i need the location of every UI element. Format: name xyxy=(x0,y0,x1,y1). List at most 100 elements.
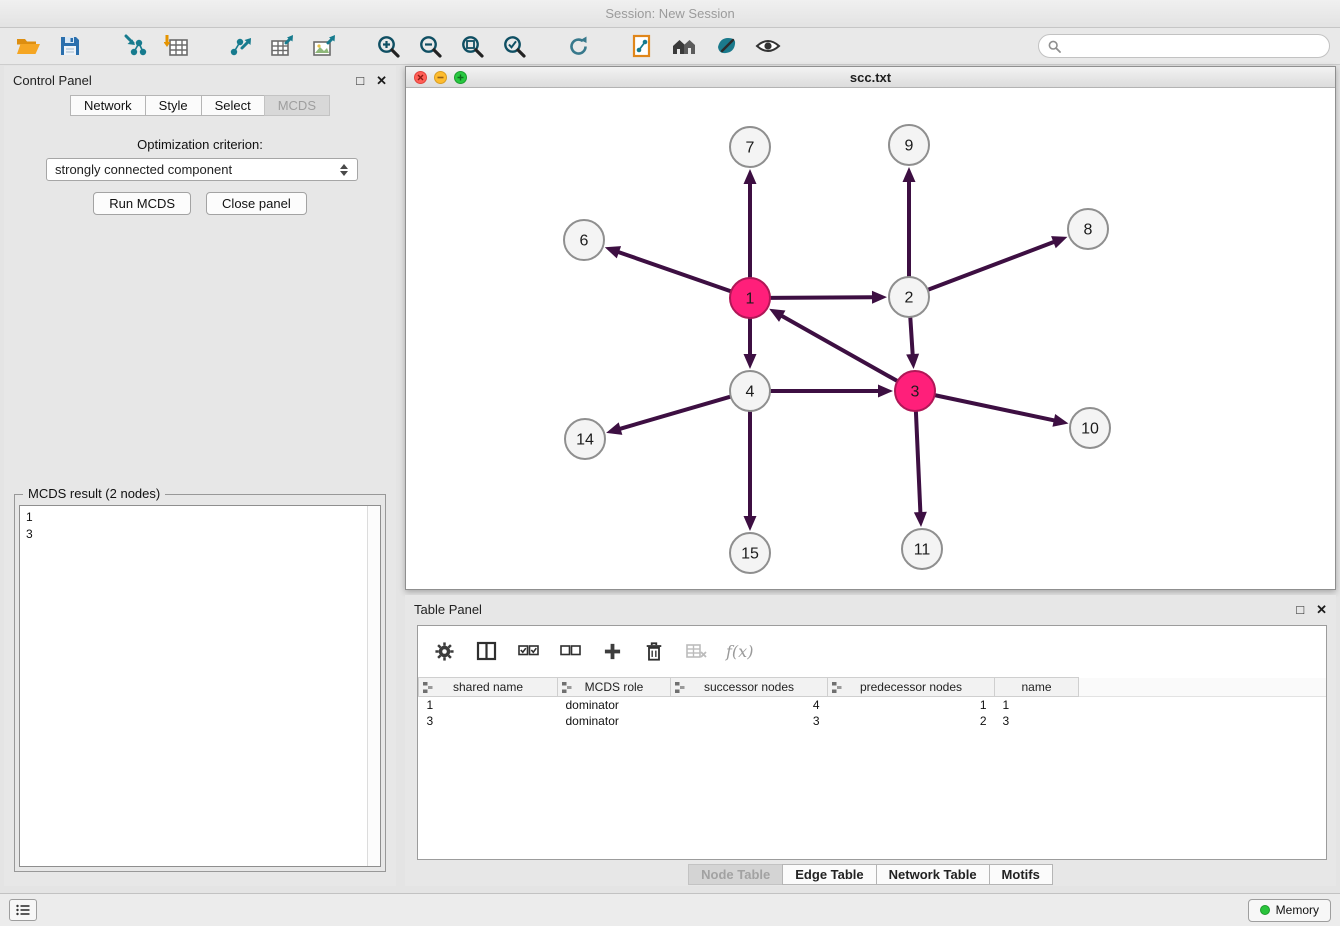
column-header-name[interactable]: name xyxy=(995,678,1079,697)
add-column-button[interactable] xyxy=(600,639,624,663)
minimize-window-icon[interactable] xyxy=(434,71,447,84)
graph-node-1[interactable]: 1 xyxy=(730,278,770,318)
graph-node-15[interactable]: 15 xyxy=(730,533,770,573)
delete-column-button[interactable] xyxy=(684,639,708,663)
node-table-cell[interactable]: 3 xyxy=(419,713,558,729)
zoom-selected-button[interactable] xyxy=(496,31,532,61)
edge-1-to-7[interactable] xyxy=(744,169,757,278)
node-table-cell[interactable]: 4 xyxy=(671,697,828,713)
node-table-row[interactable]: 3dominator323 xyxy=(419,713,1327,729)
node-table-cell[interactable]: 1 xyxy=(828,697,995,713)
graph-node-11[interactable]: 11 xyxy=(902,529,942,569)
float-table-panel-icon[interactable]: □ xyxy=(1296,603,1304,616)
deselect-all-icon xyxy=(560,644,581,658)
search-input[interactable] xyxy=(1066,39,1320,53)
graph-node-8[interactable]: 8 xyxy=(1068,209,1108,249)
column-header-shared-name[interactable]: shared name xyxy=(419,678,558,697)
close-panel-button[interactable]: Close panel xyxy=(206,192,307,215)
tab-style[interactable]: Style xyxy=(145,95,201,116)
network-window-titlebar[interactable]: scc.txt xyxy=(406,67,1335,88)
edge-1-to-2[interactable] xyxy=(770,291,887,304)
graph-node-7[interactable]: 7 xyxy=(730,127,770,167)
open-session-button[interactable] xyxy=(10,31,46,61)
zoom-fit-button[interactable] xyxy=(454,31,490,61)
zoom-window-icon[interactable] xyxy=(454,71,467,84)
edge-3-to-10[interactable] xyxy=(935,395,1069,427)
table-panel-title: Table Panel xyxy=(414,602,482,617)
edge-4-to-3[interactable] xyxy=(770,385,893,398)
edge-2-to-3[interactable] xyxy=(906,317,919,369)
graph-node-10[interactable]: 10 xyxy=(1070,408,1110,448)
float-panel-icon[interactable]: □ xyxy=(356,74,364,87)
node-label: 9 xyxy=(905,138,914,155)
edge-2-to-9[interactable] xyxy=(903,167,916,277)
zoom-out-button[interactable] xyxy=(412,31,448,61)
tab-node-table[interactable]: Node Table xyxy=(688,864,782,885)
select-all-button[interactable] xyxy=(516,639,540,663)
tab-motifs[interactable]: Motifs xyxy=(989,864,1053,885)
open-folder-icon xyxy=(16,35,41,57)
node-table-row[interactable]: 1dominator411 xyxy=(419,697,1327,713)
edge-3-to-11[interactable] xyxy=(914,411,927,527)
home-button[interactable] xyxy=(666,31,702,61)
memory-button[interactable]: Memory xyxy=(1248,899,1331,922)
save-icon xyxy=(59,35,81,57)
column-header-successor-nodes[interactable]: successor nodes xyxy=(671,678,828,697)
edge-1-to-6[interactable] xyxy=(605,246,731,291)
tab-edge-table[interactable]: Edge Table xyxy=(782,864,875,885)
edge-3-to-1[interactable] xyxy=(769,309,897,381)
edge-1-to-4[interactable] xyxy=(744,318,757,369)
close-panel-icon[interactable]: ✕ xyxy=(376,74,387,87)
graph-node-9[interactable]: 9 xyxy=(889,125,929,165)
show-hide-button[interactable] xyxy=(750,31,786,61)
node-table-cell[interactable]: 3 xyxy=(671,713,828,729)
node-table-cell[interactable]: 2 xyxy=(828,713,995,729)
export-network-button[interactable] xyxy=(222,31,258,61)
tab-mcds[interactable]: MCDS xyxy=(264,95,330,116)
import-table-button[interactable] xyxy=(158,31,194,61)
node-label: 2 xyxy=(905,290,914,307)
node-table-cell[interactable]: dominator xyxy=(558,697,671,713)
node-table-cell[interactable]: 3 xyxy=(995,713,1079,729)
mcds-result-area[interactable]: 13 xyxy=(19,505,381,867)
function-builder-button[interactable]: f(x) xyxy=(726,639,753,663)
node-label: 8 xyxy=(1084,222,1093,239)
graph-node-14[interactable]: 14 xyxy=(565,419,605,459)
node-table-cell[interactable]: dominator xyxy=(558,713,671,729)
edge-2-to-8[interactable] xyxy=(928,236,1068,290)
apply-layout-button[interactable] xyxy=(560,31,596,61)
search-box[interactable] xyxy=(1038,34,1330,58)
edge-4-to-14[interactable] xyxy=(606,397,731,435)
node-table-cell[interactable]: 1 xyxy=(995,697,1079,713)
export-table-button[interactable] xyxy=(264,31,300,61)
network-document-button[interactable] xyxy=(624,31,660,61)
tab-select[interactable]: Select xyxy=(201,95,264,116)
save-session-button[interactable] xyxy=(52,31,88,61)
edge-4-to-15[interactable] xyxy=(744,411,757,531)
deselect-all-button[interactable] xyxy=(558,639,582,663)
node-table-cell[interactable]: 1 xyxy=(419,697,558,713)
task-history-button[interactable] xyxy=(9,899,37,921)
column-header-predecessor-nodes[interactable]: predecessor nodes xyxy=(828,678,995,697)
graph-node-6[interactable]: 6 xyxy=(564,220,604,260)
column-header-mcds-role[interactable]: MCDS role xyxy=(558,678,671,697)
export-image-button[interactable] xyxy=(306,31,342,61)
graph-node-4[interactable]: 4 xyxy=(730,371,770,411)
tab-network[interactable]: Network xyxy=(70,95,145,116)
import-network-button[interactable] xyxy=(116,31,152,61)
criterion-dropdown[interactable]: strongly connected component xyxy=(46,158,358,181)
result-scrollbar[interactable] xyxy=(367,506,380,866)
delete-rows-button[interactable] xyxy=(642,639,666,663)
style-button[interactable] xyxy=(708,31,744,61)
graph-node-2[interactable]: 2 xyxy=(889,277,929,317)
close-window-icon[interactable] xyxy=(414,71,427,84)
graph-node-3[interactable]: 3 xyxy=(895,371,935,411)
run-mcds-button[interactable]: Run MCDS xyxy=(93,192,191,215)
tab-network-table[interactable]: Network Table xyxy=(876,864,989,885)
show-columns-button[interactable] xyxy=(474,639,498,663)
zoom-in-button[interactable] xyxy=(370,31,406,61)
table-settings-button[interactable] xyxy=(432,639,456,663)
close-table-panel-icon[interactable]: ✕ xyxy=(1316,603,1327,616)
edge-arrowhead-icon xyxy=(1052,414,1068,427)
network-canvas[interactable]: 7 9 6 8 1 2 4 3 14 10 15 11 xyxy=(406,88,1335,589)
